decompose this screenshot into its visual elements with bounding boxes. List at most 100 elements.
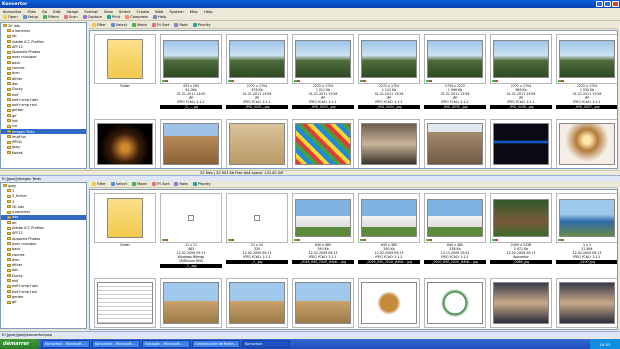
toolbar-button[interactable]: Compress <box>124 15 149 19</box>
taskbar-task[interactable]: Konvertor - Microsoft... <box>42 340 90 348</box>
thumbnail[interactable]: 640 x 480 238 Kb 13-13-2009 10:02 IPEG Y… <box>424 193 486 264</box>
thumbnail-info: 11 x 11 483 12-02-2009 09:13 Windows Bit… <box>176 243 206 263</box>
menu-item[interactable]: Edit <box>53 9 60 14</box>
menu-item[interactable]: Image <box>67 9 79 14</box>
folder-icon <box>7 237 11 241</box>
toolbar-button[interactable]: Capture <box>82 15 103 19</box>
tree-item-label: doc <box>12 81 19 86</box>
thumbnail[interactable]: 2272 x 1704 1 141 Kb 01-21-2011 13:56 IP… <box>358 34 420 109</box>
menu-item[interactable]: Files <box>28 9 36 14</box>
toolbar-icon <box>22 15 27 19</box>
toolbar-icon <box>132 23 136 27</box>
tree-item-label: AFF12 <box>12 231 23 236</box>
thumbnail[interactable] <box>160 119 222 168</box>
start-button[interactable]: démarrer <box>0 339 40 349</box>
thumbnail-info: 2272 x 1704 989 Kb 01-21-2011 13:56 IPF … <box>506 84 536 104</box>
thumbnail[interactable]: 1 x 1 21 894 12-02-2009 09:13 IPEG YCbCr… <box>556 193 617 264</box>
thumbnail[interactable] <box>292 278 354 328</box>
tree-item[interactable]: Kodak <box>1 150 86 155</box>
thumbnail[interactable]: 2272 x 1704 1 012 Kb 01-21-2011 13:56 IP… <box>292 34 354 109</box>
thumbnail[interactable]: 2272 x 1704 989 Kb 01-21-2011 13:56 IPF … <box>490 34 552 109</box>
thumbnail[interactable] <box>160 278 222 328</box>
toolbar-button[interactable]: Mode <box>131 182 148 186</box>
toolbar-button[interactable]: Rate <box>173 182 188 186</box>
thumbnail[interactable] <box>226 278 288 328</box>
taskbar-task[interactable]: Synaptic - Microsoft... <box>142 340 190 348</box>
thumbnail[interactable]: Folder <box>94 34 156 89</box>
toolbar-icon <box>63 15 68 19</box>
toolbar-button[interactable]: Tri Sort <box>151 23 171 27</box>
maximize-button[interactable] <box>604 1 611 7</box>
toolbar-button[interactable]: Priority <box>192 182 212 186</box>
thumbnail[interactable] <box>358 119 420 168</box>
menu-item[interactable]: Konvertor <box>3 9 22 14</box>
tree-item[interactable]: gif <box>1 300 86 305</box>
thumbnail[interactable] <box>226 119 288 168</box>
thumbnail[interactable] <box>424 119 486 168</box>
toolbar-button[interactable]: Tri Sort <box>151 182 171 186</box>
taskbar-task[interactable]: Konvertor - Microsoft... <box>92 340 140 348</box>
menu-item[interactable]: Help <box>204 9 213 14</box>
thumbnail[interactable]: 1704 x 2272 1 996 Kb 01-21-2011 13:56 IP… <box>424 34 486 109</box>
thumbnail[interactable] <box>94 119 156 168</box>
toolbar-button[interactable]: Setup <box>22 15 39 19</box>
thumbnail-image <box>427 282 483 324</box>
menu-item[interactable]: Go <box>42 9 47 14</box>
taskbar-task[interactable]: Gestionnaire de fichie... <box>192 340 240 348</box>
menu-item[interactable]: Select <box>119 9 131 14</box>
toolbar-button[interactable]: Filter <box>91 23 107 27</box>
toolbar-button[interactable]: Filter <box>91 182 107 186</box>
thumbnail[interactable] <box>94 278 156 328</box>
toolbar-button-label: Select <box>115 182 127 186</box>
toolbar-button[interactable]: Select <box>110 182 128 186</box>
thumbnail-filename: _G_..._gg <box>160 104 222 109</box>
thumbnail[interactable]: 21 x 20 320 12-02-2009 09:13 IPEG YCbCr … <box>226 193 288 264</box>
toolbar-button[interactable]: Mode <box>131 23 148 27</box>
menu-item[interactable]: Format <box>84 9 97 14</box>
thumbnail-pane-top[interactable]: Folder 432 x 293 61.0Kb 01-21-2011 14:00 … <box>89 30 618 169</box>
toolbar-button[interactable]: Priority <box>192 23 212 27</box>
folder-label: Folder <box>120 243 130 247</box>
thumbnail[interactable]: 432 x 293 61.0Kb 01-21-2011 14:00 IPF IP… <box>160 34 222 109</box>
thumbnail[interactable] <box>292 119 354 168</box>
thumbnail[interactable]: 2459 x 2338 5 971 Kb 12-02-2009 09:13 Ko… <box>490 193 552 264</box>
menu-item[interactable]: Web <box>155 9 163 14</box>
menu-item[interactable]: View <box>104 9 113 14</box>
toolbar-button[interactable]: Rate <box>173 23 188 27</box>
menu-item[interactable]: Create <box>137 9 150 14</box>
thumbnail-pane-bottom[interactable]: Folder 11 x 11 483 12-02-2009 09:13 Windo… <box>89 189 618 330</box>
folder-tree-top[interactable]: 2K lots a konertor ati Adobe ICC Profiles AF… <box>0 22 87 169</box>
thumbnail[interactable] <box>424 278 486 328</box>
thumbnail[interactable] <box>556 278 617 328</box>
thumbnail[interactable]: 640 x 480 290 Kb 12-02-2009 09:13 IPEG Y… <box>292 193 354 264</box>
minimize-button[interactable] <box>596 1 603 7</box>
thumbnail[interactable]: 640 x 480 290 Kb 12-02-2009 09:13 IPEG Y… <box>358 193 420 264</box>
thumbnail[interactable]: 2272 x 1704 976 Kb 01-21-2011 13:56 IPF … <box>226 34 288 109</box>
status-badges <box>228 238 234 241</box>
close-button[interactable] <box>612 1 619 7</box>
folder-icon <box>7 263 11 267</box>
toolbar-button[interactable]: Open <box>2 15 19 19</box>
thumbnail[interactable] <box>358 278 420 328</box>
thumbnail[interactable] <box>556 119 617 168</box>
tree-item-label: gerber <box>12 108 24 113</box>
folder-icon <box>7 145 11 149</box>
toolbar-button[interactable]: Filters <box>42 15 60 19</box>
taskbar-task[interactable]: Konvertor <box>242 340 290 348</box>
thumbnail[interactable]: Folder <box>94 193 156 248</box>
menu-item[interactable]: Misc <box>190 9 198 14</box>
thumbnail-filename: _0088_jpg <box>490 259 552 264</box>
toolbar-button[interactable]: Print <box>106 15 121 19</box>
thumbnail-image <box>493 199 549 237</box>
toolbar-button[interactable]: Select <box>110 23 128 27</box>
thumbnail[interactable]: 2272 x 1704 1 930 Kb 01-21-2011 13:56 IP… <box>556 34 617 109</box>
thumbnail[interactable] <box>490 119 552 168</box>
thumbnail-info: 2272 x 1704 1 141 Kb 01-21-2011 13:56 IP… <box>374 84 404 104</box>
toolbar-button[interactable]: Help <box>152 15 167 19</box>
status-badge <box>561 238 564 241</box>
thumbnail[interactable]: 11 x 11 483 12-02-2009 09:13 Windows Bit… <box>160 193 222 268</box>
toolbar-button[interactable]: Scan <box>63 15 79 19</box>
thumbnail[interactable] <box>490 278 552 328</box>
folder-tree-bottom[interactable]: jpeg 1 2_fichier 3 2K lots a konertor aaa ati Ad… <box>0 182 87 329</box>
menu-item[interactable]: System <box>169 9 183 14</box>
